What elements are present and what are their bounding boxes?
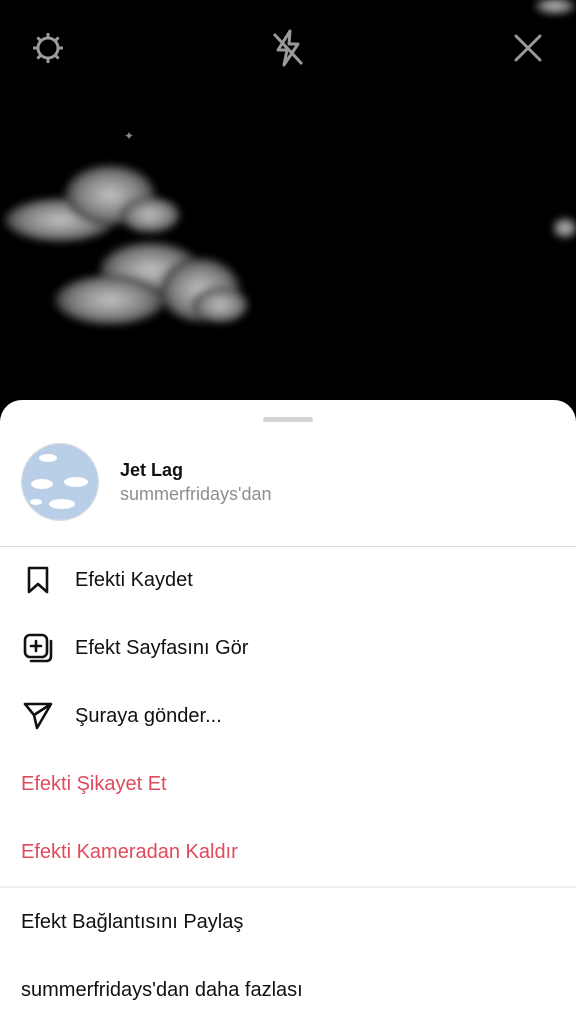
share-effect-link-button[interactable]: Efekt Bağlantısını Paylaş (0, 888, 576, 956)
view-effect-page-button[interactable]: Efekt Sayfasını Gör (0, 614, 576, 682)
effect-page-icon (21, 631, 55, 665)
view-effect-page-label: Efekt Sayfasını Gör (75, 636, 249, 659)
send-to-label: Şuraya gönder... (75, 704, 222, 727)
share-effect-link-label: Efekt Bağlantısını Paylaş (21, 910, 244, 933)
more-from-creator-label: summerfridays'dan daha fazlası (21, 978, 303, 1001)
effect-options-sheet: Jet Lag summerfridays'dan Efekti Kaydet … (0, 400, 576, 1024)
remove-effect-label: Efekti Kameradan Kaldır (21, 840, 238, 863)
send-icon (21, 699, 55, 733)
more-from-creator-button[interactable]: summerfridays'dan daha fazlası (0, 956, 576, 1024)
effect-avatar[interactable] (21, 443, 99, 521)
camera-preview: ✦ (0, 0, 576, 420)
gear-icon[interactable] (28, 28, 68, 68)
flash-off-icon[interactable] (268, 28, 308, 68)
remove-effect-button[interactable]: Efekti Kameradan Kaldır (0, 818, 576, 886)
save-effect-label: Efekti Kaydet (75, 568, 193, 591)
effect-header: Jet Lag summerfridays'dan (0, 440, 576, 546)
report-effect-label: Efekti Şikayet Et (21, 772, 167, 795)
sheet-grabber[interactable] (263, 417, 313, 422)
send-to-button[interactable]: Şuraya gönder... (0, 682, 576, 750)
effect-creator[interactable]: summerfridays'dan (120, 484, 272, 505)
close-icon[interactable] (508, 28, 548, 68)
bookmark-icon (21, 563, 55, 597)
save-effect-button[interactable]: Efekti Kaydet (0, 546, 576, 614)
svg-text:✦: ✦ (124, 129, 134, 143)
effect-title: Jet Lag (120, 460, 184, 480)
report-effect-button[interactable]: Efekti Şikayet Et (0, 750, 576, 818)
